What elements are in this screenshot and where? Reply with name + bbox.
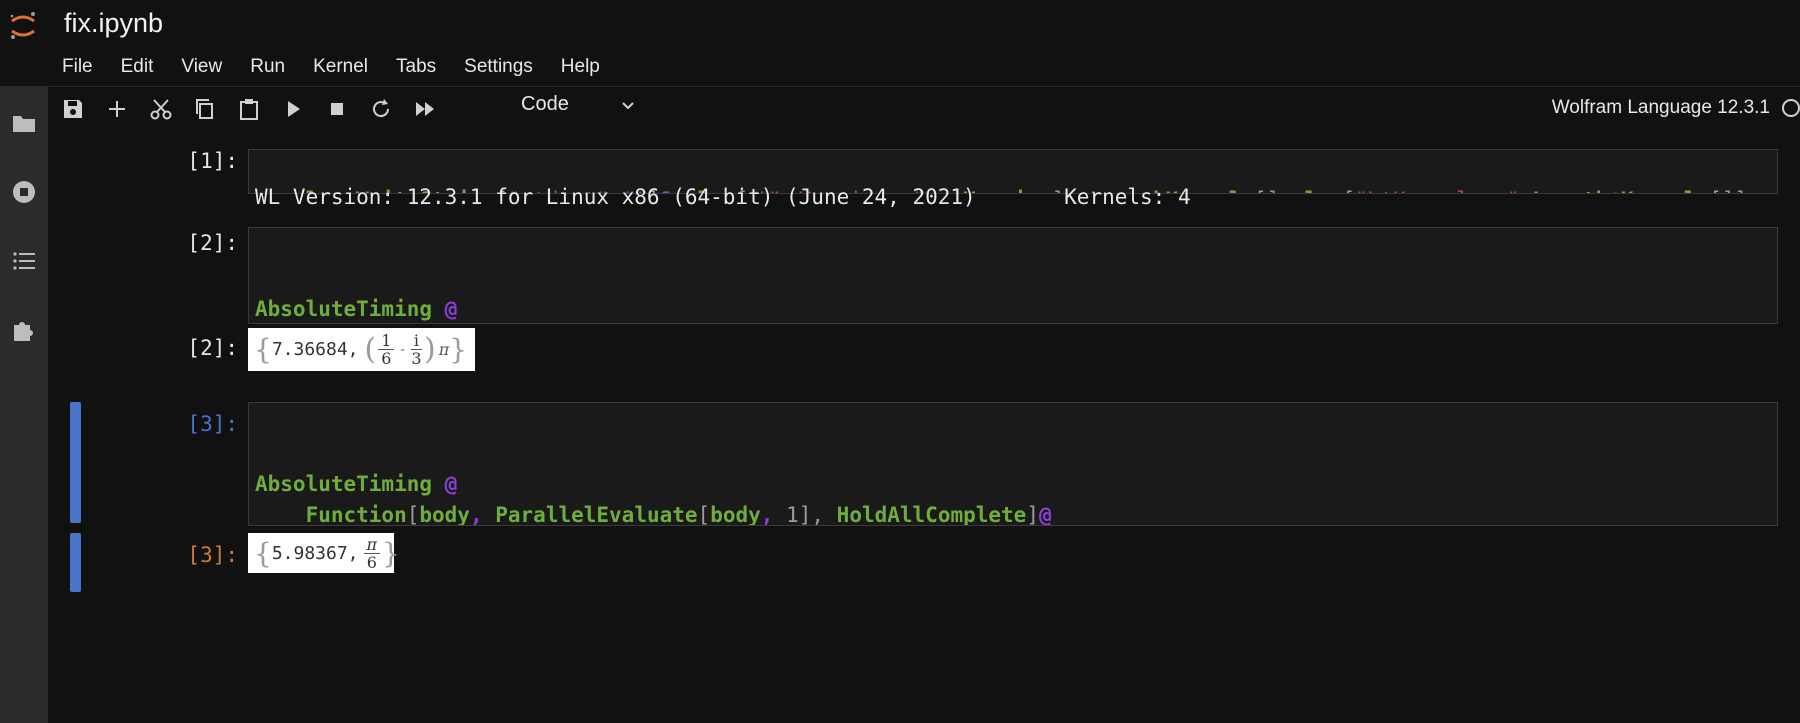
code-token: Function [255, 503, 407, 526]
run-icon[interactable] [280, 96, 306, 122]
fraction-denominator: 6 [366, 552, 377, 572]
code-token: ParallelEvaluate [495, 503, 698, 526]
cell-result: { 7.36684, ( 1 6 - i 3 ) π } [248, 328, 475, 371]
fraction: 1 6 [378, 332, 395, 368]
code-token: , [469, 503, 496, 526]
minus-sign: - [398, 341, 407, 358]
code-token: @ [432, 472, 458, 496]
code-token: ] [1026, 503, 1039, 526]
cell-type-value: Code [521, 93, 569, 115]
result-value: 7.36684, [271, 339, 359, 360]
code-token: , [1520, 188, 1533, 193]
paste-icon[interactable] [236, 96, 262, 122]
code-token: []; [1254, 188, 1305, 193]
menu-run[interactable]: Run [250, 56, 285, 80]
output-prompt: [2]: [187, 336, 238, 360]
document-title: fix.ipynb [64, 8, 164, 38]
code-token: , [760, 503, 787, 526]
menu-edit[interactable]: Edit [121, 56, 154, 80]
toc-icon[interactable] [10, 247, 38, 275]
top-bar: fix.ipynb [0, 0, 1800, 50]
input-prompt: [2]: [187, 231, 238, 255]
result-value: 5.98367, [271, 542, 359, 564]
menu-kernel[interactable]: Kernel [313, 56, 368, 80]
code-line: Function[body, ParallelEvaluate[body, 1]… [255, 500, 1771, 526]
kernel-status-icon [1782, 99, 1800, 117]
cell-result: { 5.98367, π 6 } [248, 533, 400, 573]
code-token: @ [432, 297, 458, 321]
menu-help[interactable]: Help [561, 56, 600, 80]
extensions-icon[interactable] [10, 316, 38, 344]
cell-type-dropdown[interactable]: Code [521, 93, 634, 121]
notebook-panel: [1]: log=WriteString["stdout",##]&; log[… [48, 129, 1800, 723]
code-token: @ [1608, 188, 1621, 193]
code-token: [ [697, 503, 711, 526]
code-token: "\tKernels: " [1355, 188, 1519, 193]
menu-view[interactable]: View [181, 56, 222, 80]
close-brace: } [449, 333, 468, 366]
save-icon[interactable] [60, 96, 86, 122]
stop-icon[interactable] [324, 96, 350, 122]
stream-output: WL Version: 12.3.1 for Linux x86 (64-bit… [255, 185, 1191, 209]
code-token: AbsoluteTiming [255, 297, 433, 321]
chevron-down-icon [622, 102, 634, 110]
code-block: AbsoluteTiming @ Function[body, Parallel… [255, 469, 1771, 526]
menu-file[interactable]: File [62, 56, 93, 80]
close-brace: } [382, 536, 400, 570]
fraction-numerator: i [410, 332, 422, 350]
code-token: [ [406, 503, 420, 526]
code-block: AbsoluteTiming @ Volume @ ImplicitRegion… [255, 294, 1771, 323]
running-icon[interactable] [10, 178, 38, 206]
output-collapser[interactable] [70, 533, 81, 592]
add-cell-icon[interactable] [104, 96, 130, 122]
pi-symbol: π [438, 340, 450, 359]
kernel-name[interactable]: Wolfram Language 12.3.1 [1552, 97, 1770, 119]
restart-icon[interactable] [368, 96, 394, 122]
output-prompt: [3]: [187, 543, 238, 567]
code-token: Length [1532, 188, 1608, 193]
left-sidebar [0, 87, 49, 723]
fraction-numerator: 1 [378, 332, 395, 350]
code-line: AbsoluteTiming @ [255, 469, 1771, 500]
code-token: AbsoluteTiming [255, 472, 433, 496]
open-brace: { [254, 333, 272, 366]
code-token: []]; [1709, 188, 1760, 193]
cut-icon[interactable] [148, 96, 174, 122]
fraction: π 6 [363, 536, 381, 572]
fraction-numerator: π [363, 536, 381, 554]
close-paren: ) [424, 332, 436, 367]
notebook-toolbar: Code Wolfram Language 12.3.1 [48, 87, 1800, 129]
code-token: log [1305, 188, 1343, 193]
code-token: body [419, 503, 470, 526]
menu-bar: File Edit View Run Kernel Tabs Settings … [62, 56, 628, 80]
folder-icon[interactable] [10, 109, 38, 137]
code-token: 1 [786, 503, 799, 526]
code-token: Kernels [1621, 188, 1710, 193]
fraction: i 3 [410, 332, 422, 368]
code-line: AbsoluteTiming @ [255, 294, 1771, 323]
code-input[interactable]: AbsoluteTiming @ Function[body, Parallel… [248, 402, 1778, 526]
input-prompt: [3]: [187, 412, 238, 436]
menu-settings[interactable]: Settings [464, 56, 533, 80]
input-prompt: [1]: [187, 149, 238, 173]
code-token: @ [1038, 503, 1052, 526]
run-all-icon[interactable] [412, 96, 438, 122]
menu-tabs[interactable]: Tabs [396, 56, 436, 80]
fraction-denominator: 3 [411, 349, 422, 368]
code-token: HoldAllComplete [836, 503, 1027, 526]
code-token: ], [798, 503, 837, 526]
code-token: body [710, 503, 761, 526]
copy-icon[interactable] [192, 96, 218, 122]
open-brace: { [254, 536, 272, 570]
code-input[interactable]: AbsoluteTiming @ Volume @ ImplicitRegion… [248, 227, 1778, 324]
jupyter-logo-icon[interactable] [8, 10, 38, 42]
input-collapser[interactable] [70, 402, 81, 523]
open-paren: ( [364, 332, 377, 367]
fraction-denominator: 6 [381, 349, 392, 368]
code-token: [ [1343, 188, 1356, 193]
